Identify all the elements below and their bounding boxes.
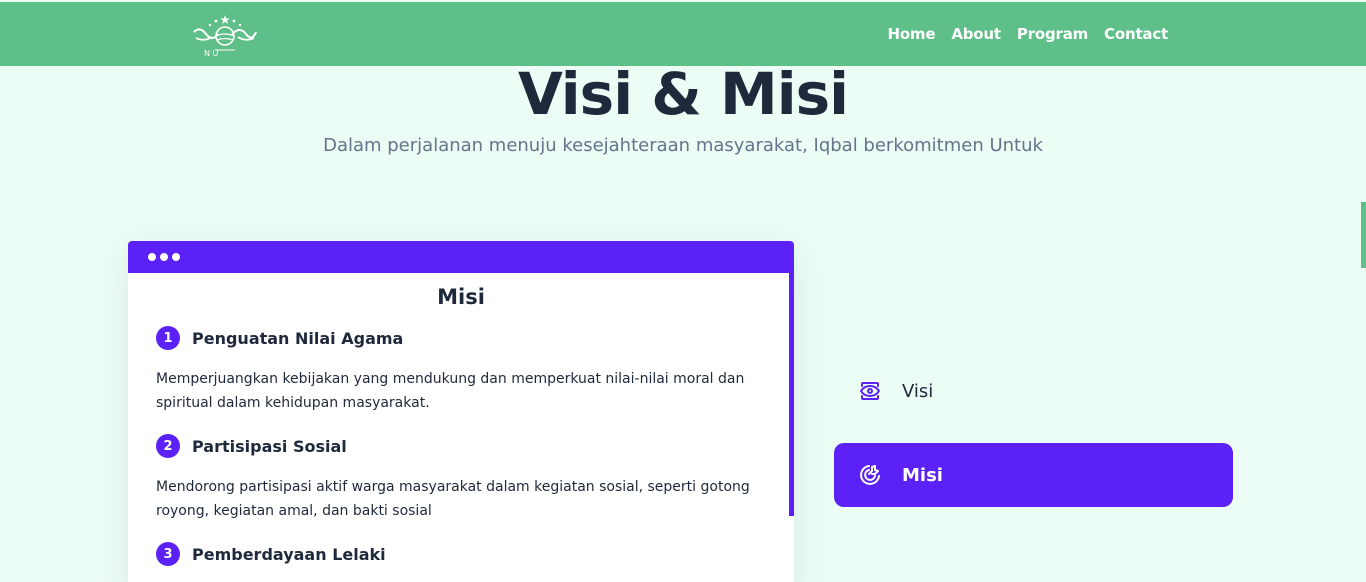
nav-contact-link[interactable]: Contact <box>1104 25 1168 43</box>
nav-links: Home About Program Contact <box>887 2 1168 66</box>
tab-visi[interactable]: Visi <box>834 359 1233 423</box>
number-badge: 1 <box>156 326 180 350</box>
number-badge: 3 <box>156 542 180 566</box>
page-subtitle: Dalam perjalanan menuju kesejahteraan ma… <box>323 135 1043 156</box>
mission-description: Mendorong partisipasi aktif warga masyar… <box>156 479 750 519</box>
nav-home-link[interactable]: Home <box>887 25 935 43</box>
card-scrollbar[interactable] <box>789 273 794 516</box>
number-badge: 2 <box>156 434 180 458</box>
navbar: N U Home About Program Contact <box>0 2 1366 66</box>
window-dot <box>148 253 156 261</box>
mission-item: 1 Penguatan Nilai Agama Memperjuangkan k… <box>156 326 766 415</box>
card-title: Misi <box>437 285 485 309</box>
mission-title: Penguatan Nilai Agama <box>192 328 404 348</box>
mission-description: Memperjuangkan kebijakan yang mendukung … <box>156 371 745 411</box>
mission-title: Pemberdayaan Lelaki <box>192 544 386 564</box>
mission-item: 2 Partisipasi Sosial Mendorong partisipa… <box>156 434 766 523</box>
card-window-header <box>128 241 794 273</box>
page-title: Visi & Misi <box>517 60 849 128</box>
tab-label: Misi <box>902 464 943 486</box>
nu-logo[interactable]: N U <box>190 12 260 58</box>
window-dot <box>172 253 180 261</box>
tab-misi[interactable]: Misi <box>834 443 1233 507</box>
svg-text:N U: N U <box>204 49 219 58</box>
tab-label: Visi <box>902 380 934 402</box>
mission-title: Partisipasi Sosial <box>192 436 347 456</box>
misi-card: Misi 1 Penguatan Nilai Agama Memperjuang… <box>128 241 794 582</box>
target-icon <box>858 463 882 487</box>
nav-about-link[interactable]: About <box>951 25 1001 43</box>
mission-item: 3 Pemberdayaan Lelaki <box>156 542 766 566</box>
window-dot <box>160 253 168 261</box>
nav-program-link[interactable]: Program <box>1017 25 1088 43</box>
eye-icon <box>858 379 882 403</box>
scrollbar-thumb[interactable] <box>1361 202 1366 268</box>
